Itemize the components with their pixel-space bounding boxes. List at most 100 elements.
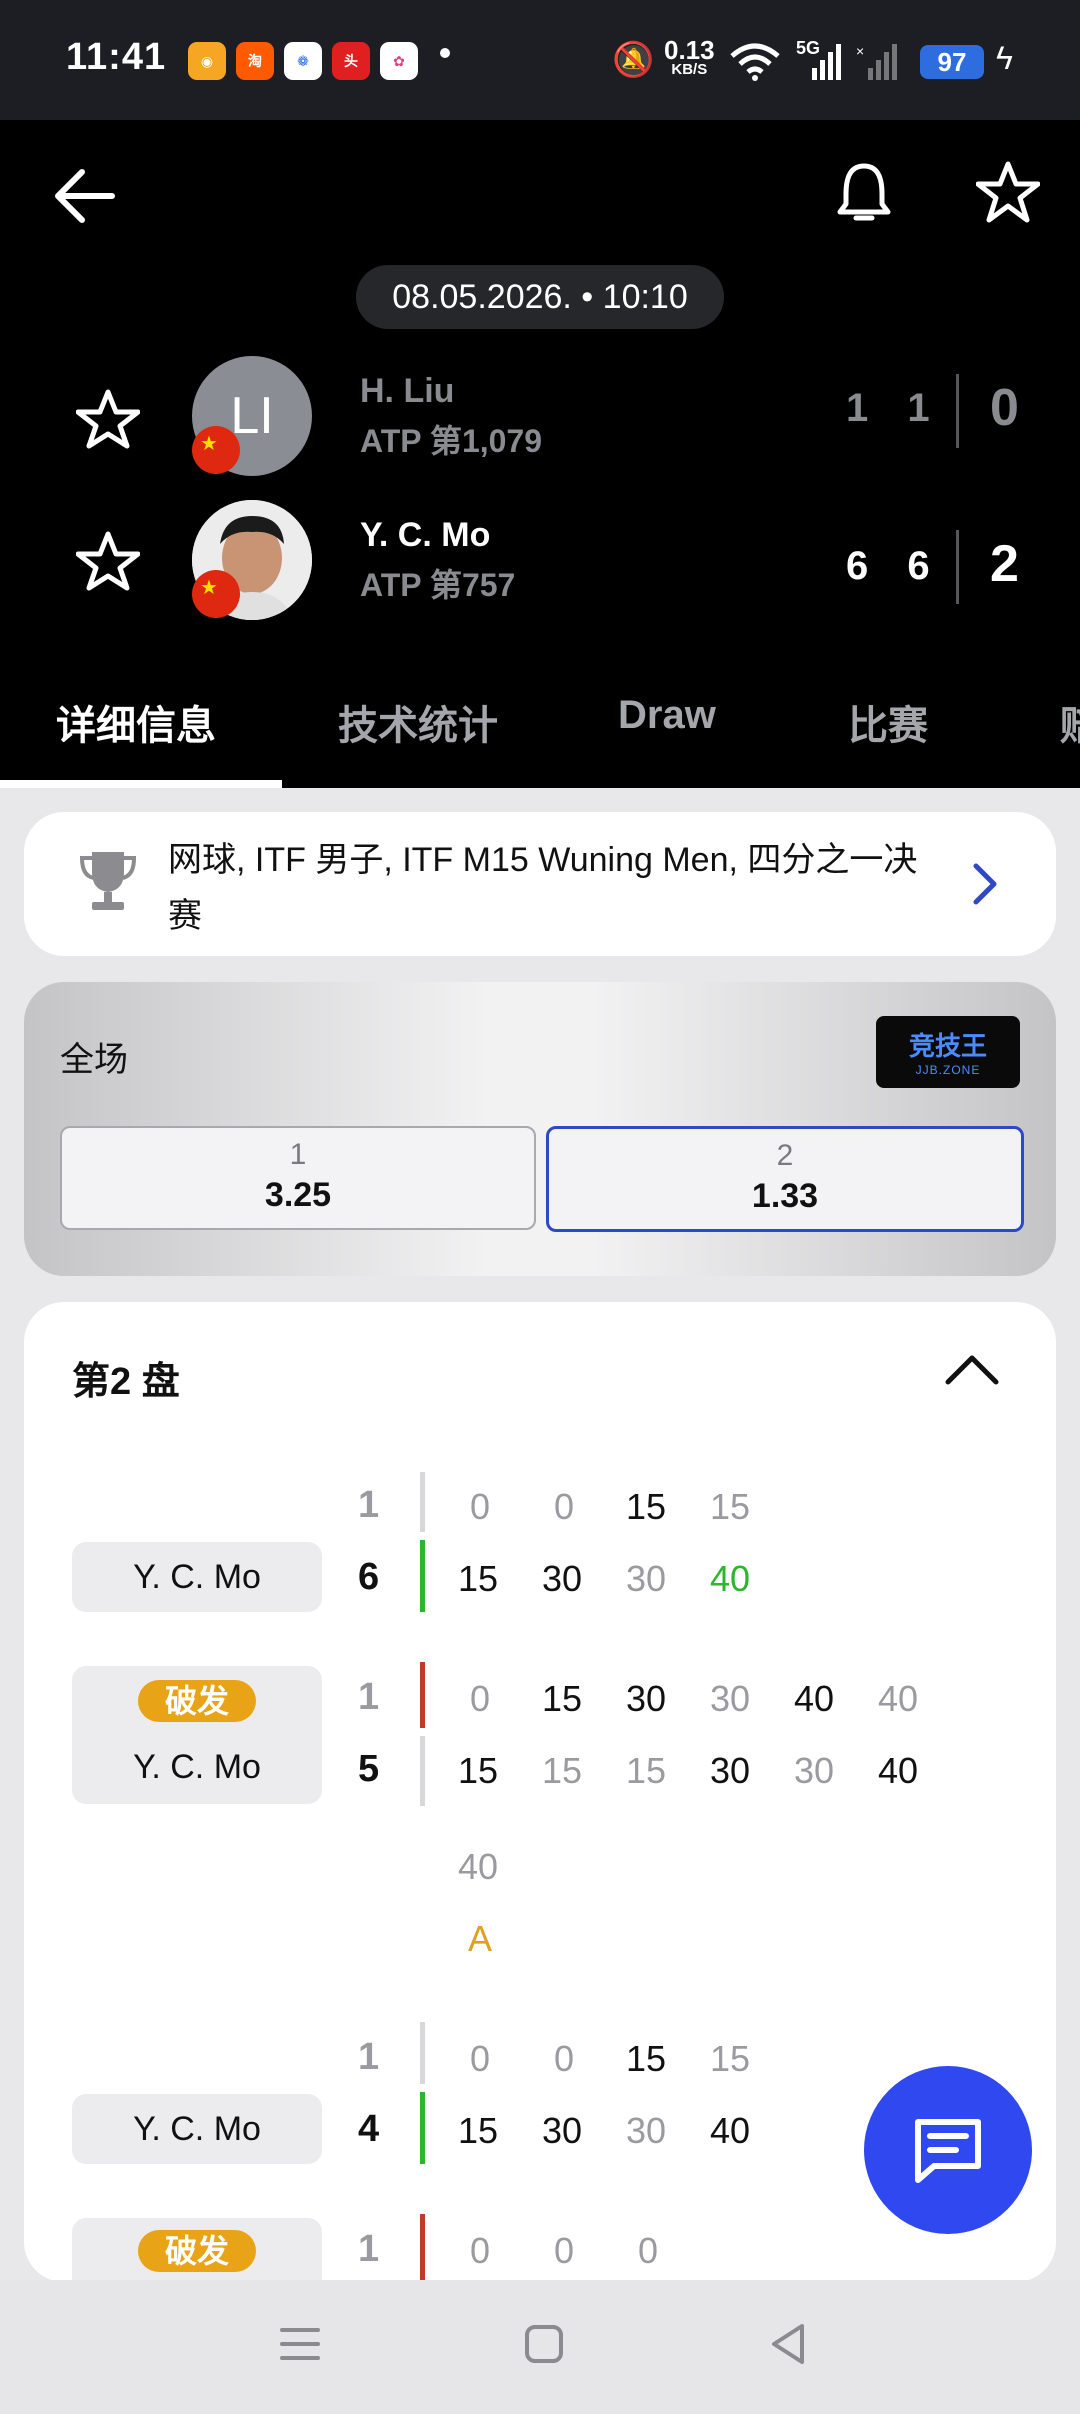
chevron-up-icon[interactable] xyxy=(944,1352,1000,1388)
chat-button[interactable] xyxy=(864,2066,1032,2234)
game-score-top: 1 xyxy=(358,1676,380,1718)
mute-icon: 🔕 xyxy=(612,41,655,79)
point-score: 40 xyxy=(710,1558,751,1599)
baidu-icon: ❁ xyxy=(284,42,322,80)
tab-details[interactable]: 详细信息 xyxy=(56,693,216,751)
odds-label: 2 xyxy=(776,1139,794,1172)
tab-matches[interactable]: 比赛 xyxy=(848,693,928,751)
bookmaker-brand: 竞技王 xyxy=(908,1031,987,1061)
player2-set-scores: 6 6 xyxy=(846,544,944,588)
game-score-bottom: 5 xyxy=(358,1748,380,1790)
taobao-flash-icon: 淘 xyxy=(236,42,274,80)
system-nav-bar xyxy=(0,2280,1080,2414)
tab-statistics[interactable]: 技术统计 xyxy=(338,693,498,751)
charging-icon: ϟ xyxy=(996,40,1013,76)
server-bar xyxy=(420,1472,425,1532)
point-score: 30 xyxy=(626,1678,667,1719)
point-score: 30 xyxy=(542,2110,583,2151)
break-badge: 破发 xyxy=(138,1680,256,1722)
point-score: 15 xyxy=(710,2038,751,2079)
odds-value: 3.25 xyxy=(264,1176,332,1214)
bookmaker-domain: JJB.ZONE xyxy=(915,1063,981,1077)
player1-rank: ATP 第1,079 xyxy=(360,423,543,459)
point-score: 30 xyxy=(626,1558,667,1599)
point-score: 0 xyxy=(470,1678,491,1719)
break-bar xyxy=(420,2214,425,2282)
tab-odds[interactable]: 赔 xyxy=(1060,693,1080,751)
advantage-indicator: A xyxy=(468,1918,493,1959)
net-unit: KB/S xyxy=(671,61,708,78)
game-score-bottom: 6 xyxy=(358,1556,380,1598)
player2-name: Y. C. Mo xyxy=(360,516,491,554)
active-tab-indicator xyxy=(0,780,282,788)
player2-star-icon[interactable] xyxy=(76,530,140,592)
point-score: 30 xyxy=(794,1750,835,1791)
chevron-right-icon[interactable] xyxy=(970,862,1000,906)
status-time: 11:41 xyxy=(66,36,167,78)
tournament-name: 网球, ITF 男子, ITF M15 Wuning Men, 四分之一决赛 xyxy=(168,841,918,935)
weibo-icon: ◉ xyxy=(188,42,226,80)
point-score: 40 xyxy=(710,2110,751,2151)
game-score-top: 1 xyxy=(358,2228,380,2270)
favorite-star-icon[interactable] xyxy=(976,160,1040,224)
china-flag-icon: ★ xyxy=(192,570,240,618)
game-server-name: Y. C. Mo xyxy=(133,1748,261,1786)
point-score: 15 xyxy=(458,1750,499,1791)
break-bar xyxy=(420,1662,425,1728)
point-score: 15 xyxy=(710,1486,751,1527)
hold-bar xyxy=(420,1540,425,1612)
net-speed: 0.13 xyxy=(664,35,715,65)
tab-bar: 详细信息 技术统计 Draw 比赛 赔 xyxy=(0,628,1080,788)
point-score: 15 xyxy=(458,1558,499,1599)
player1-star-icon[interactable] xyxy=(76,388,140,450)
game-server-name: Y. C. Mo xyxy=(72,2094,322,2164)
bell-icon[interactable] xyxy=(836,160,892,226)
wifi-icon xyxy=(730,43,780,81)
svg-text:×: × xyxy=(856,43,864,59)
point-score: 30 xyxy=(710,1750,751,1791)
point-score: 0 xyxy=(470,2230,491,2271)
point-score: 0 xyxy=(554,2038,575,2079)
point-score: 15 xyxy=(626,1750,667,1791)
game-server-name: Y. C. Mo xyxy=(72,1542,322,1612)
point-score: 30 xyxy=(626,2110,667,2151)
home-icon[interactable] xyxy=(524,2324,564,2364)
break-badge: 破发 xyxy=(138,2230,256,2272)
battery-indicator: 97 xyxy=(920,45,984,79)
point-score: 15 xyxy=(626,1486,667,1527)
tab-draw[interactable]: Draw xyxy=(618,693,716,738)
odds-option-home[interactable]: 1 3.25 xyxy=(60,1126,536,1230)
china-flag-icon: ★ xyxy=(192,426,240,474)
game-score-top: 1 xyxy=(358,1484,380,1526)
bookmaker-logo[interactable]: 竞技王 JJB.ZONE xyxy=(876,1016,1020,1088)
signal-2-icon: × xyxy=(856,43,897,80)
point-score: 15 xyxy=(542,1678,583,1719)
server-bar xyxy=(420,1736,425,1806)
point-score: 0 xyxy=(638,2230,659,2271)
score-divider xyxy=(956,374,959,448)
back-icon[interactable] xyxy=(768,2322,808,2366)
server-bar xyxy=(420,2022,425,2084)
game-score-top: 1 xyxy=(358,2036,380,2078)
odds-label: 1 xyxy=(289,1138,307,1171)
chat-icon xyxy=(915,2119,981,2183)
menu-icon[interactable] xyxy=(280,2324,320,2364)
status-bar: 11:41 ◉ 淘 ❁ 头 ✿ 🔕 0.13 KB/S 5G × 97 ϟ xyxy=(0,0,1080,120)
back-arrow-icon[interactable] xyxy=(52,168,116,224)
game-score-bottom: 4 xyxy=(358,2108,380,2150)
photos-icon: ✿ xyxy=(380,42,418,80)
odds-option-away[interactable]: 2 1.33 xyxy=(546,1126,1024,1232)
point-score: 15 xyxy=(542,1750,583,1791)
player1-sets-won: 0 xyxy=(990,379,1019,437)
point-score: 15 xyxy=(458,2110,499,2151)
point-score: 40 xyxy=(458,1846,499,1887)
point-score: 15 xyxy=(626,2038,667,2079)
notification-dot xyxy=(440,48,450,58)
set-title: 第2 盘 xyxy=(72,1361,180,1403)
player2-sets-won: 2 xyxy=(990,535,1019,593)
toutiao-icon: 头 xyxy=(332,42,370,80)
player1-name: H. Liu xyxy=(360,372,455,410)
point-score: 30 xyxy=(710,1678,751,1719)
signal-icon xyxy=(812,44,841,80)
score-divider xyxy=(956,530,959,604)
